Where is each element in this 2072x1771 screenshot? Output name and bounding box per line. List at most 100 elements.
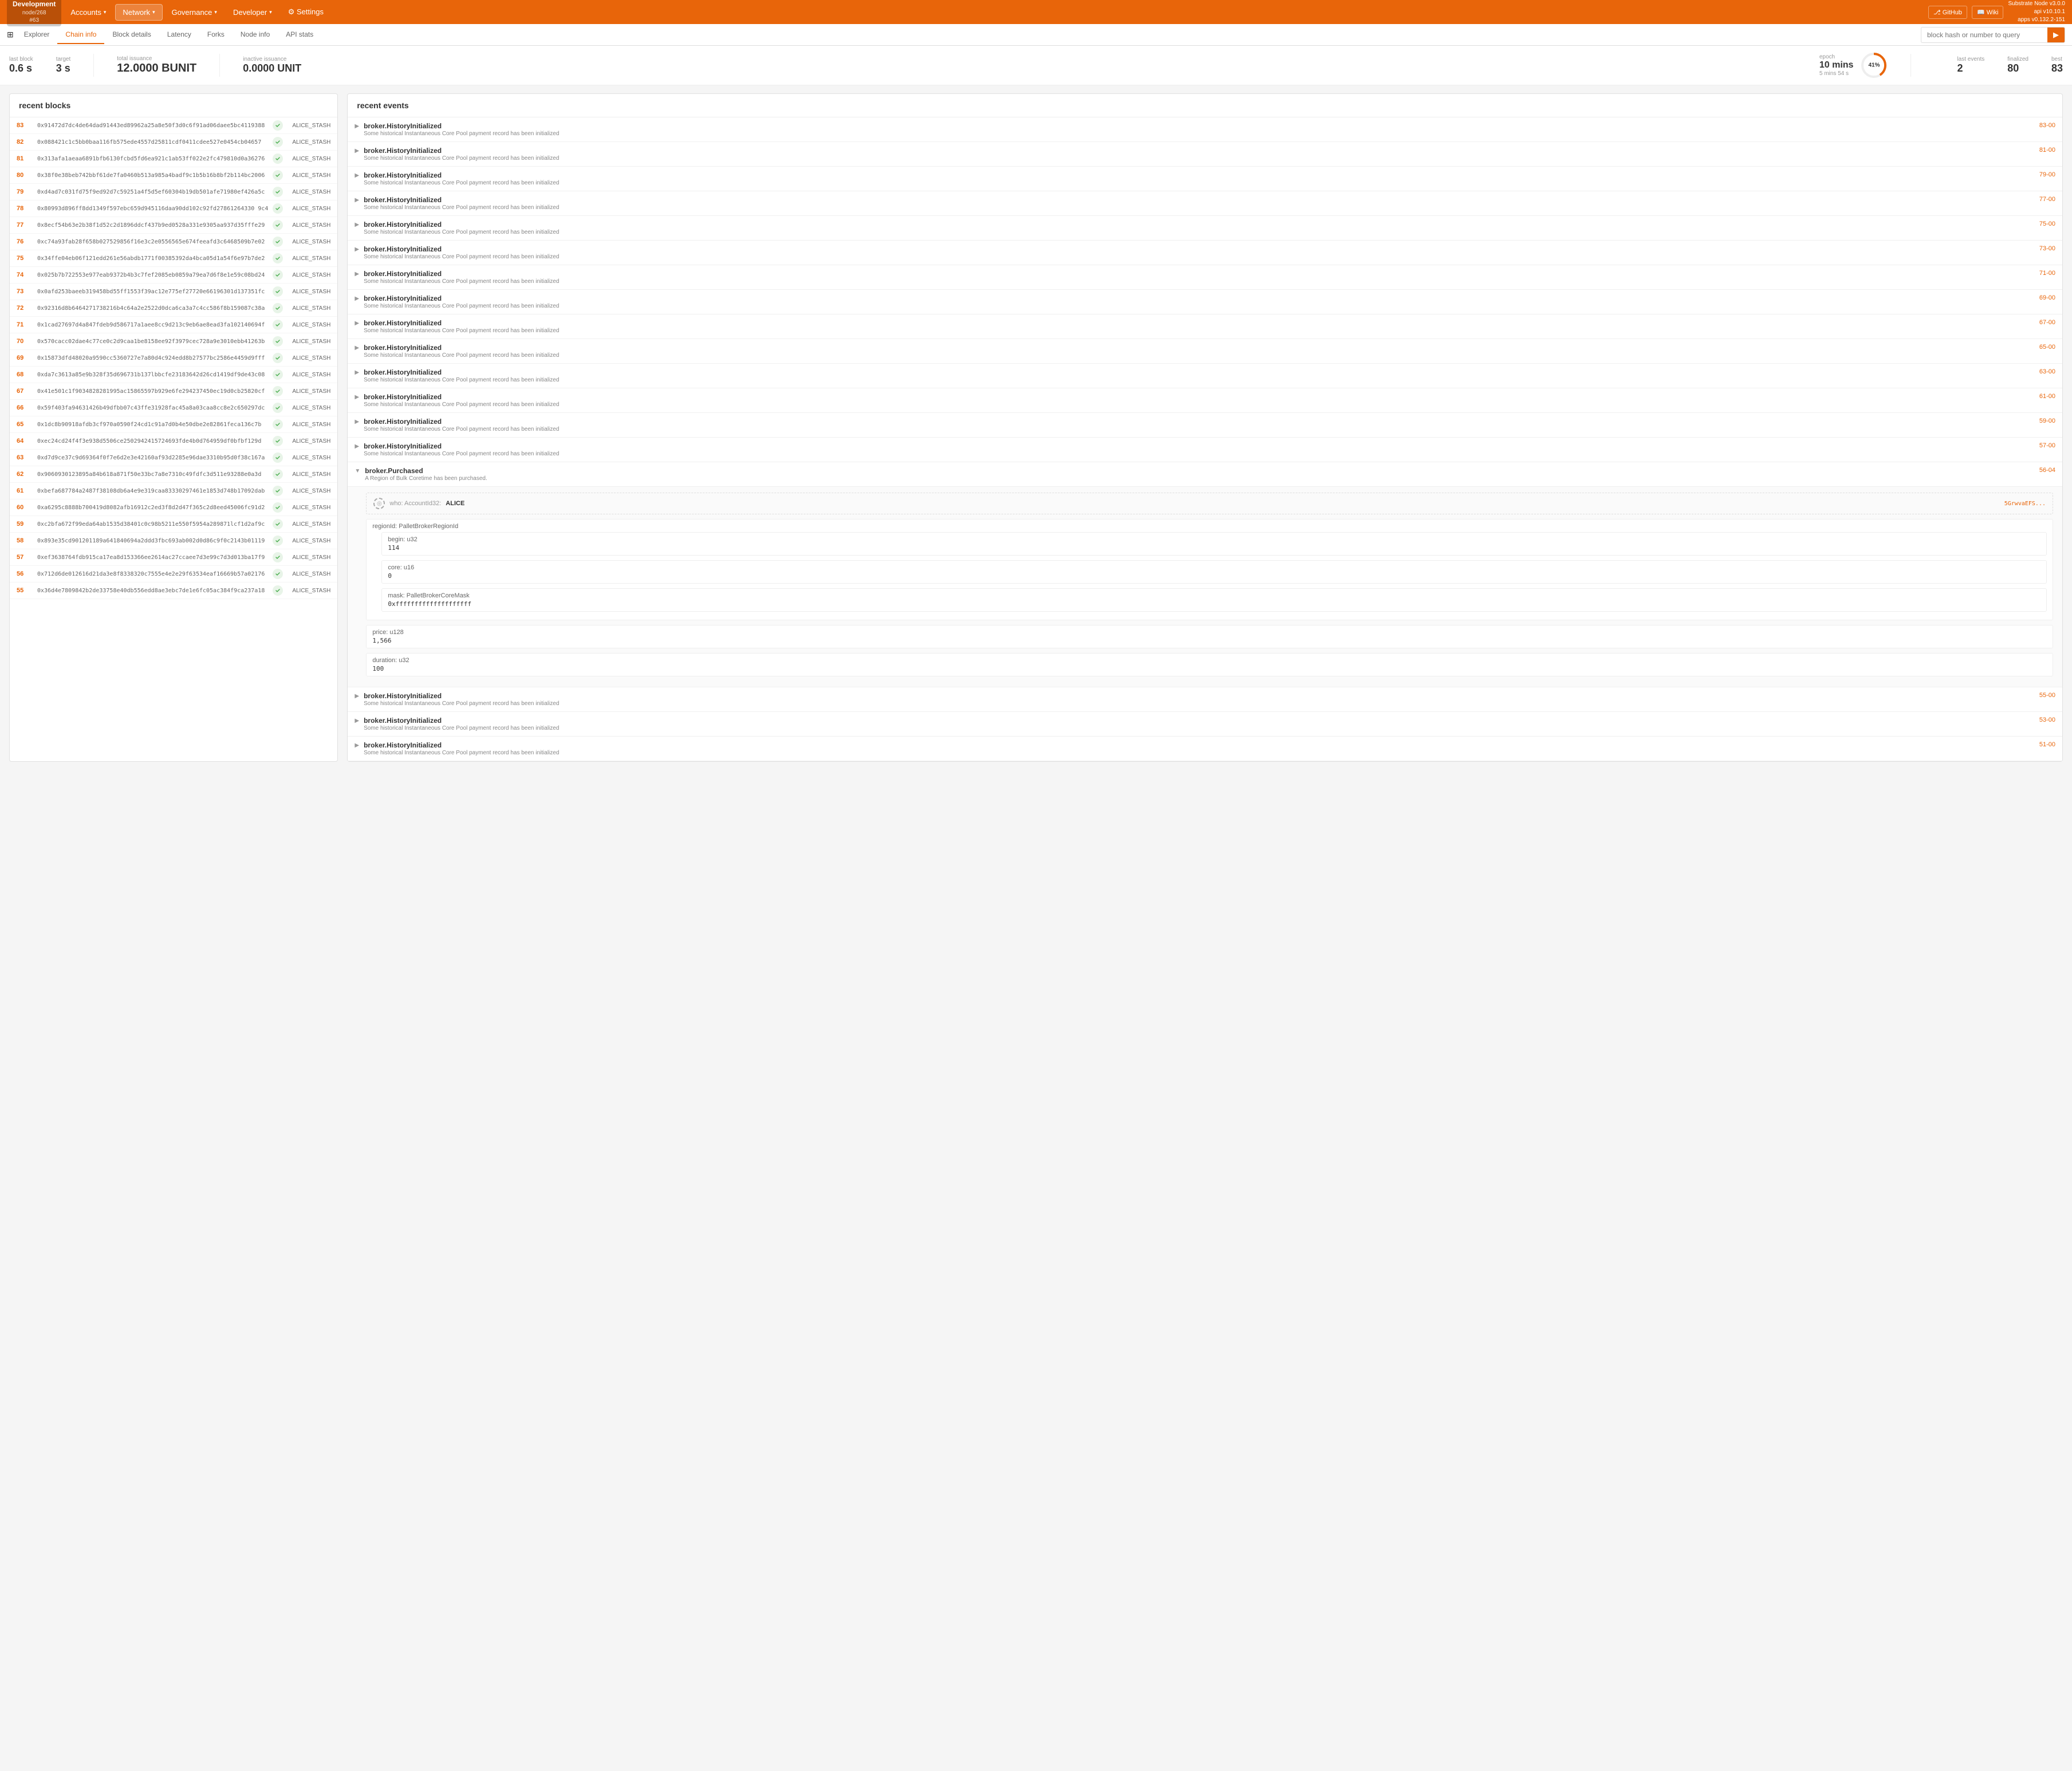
nav-governance[interactable]: Governance ▾ <box>165 5 224 20</box>
table-row[interactable]: 62 0x9060930123895a84b618a871f50e33bc7a8… <box>10 466 337 483</box>
block-number[interactable]: 65 <box>17 421 33 428</box>
block-number[interactable]: 74 <box>17 271 33 278</box>
event-ref[interactable]: 77-00 <box>2039 196 2055 203</box>
event-ref[interactable]: 57-00 <box>2039 442 2055 449</box>
event-ref[interactable]: 53-00 <box>2039 717 2055 723</box>
search-button[interactable]: ▶ <box>2047 27 2065 42</box>
table-row[interactable]: 83 0x91472d7dc4de64dad91443ed89962a25a8e… <box>10 117 337 134</box>
block-number[interactable]: 60 <box>17 504 33 511</box>
event-header[interactable]: ▶ broker.HistoryInitialized Some histori… <box>348 364 2062 388</box>
event-header[interactable]: ▶ broker.HistoryInitialized Some histori… <box>348 339 2062 363</box>
tab-explorer[interactable]: Explorer <box>16 26 58 44</box>
event-ref[interactable]: 75-00 <box>2039 221 2055 227</box>
block-number[interactable]: 61 <box>17 487 33 494</box>
event-header[interactable]: ▶ broker.HistoryInitialized Some histori… <box>348 265 2062 289</box>
block-number[interactable]: 77 <box>17 222 33 229</box>
table-row[interactable]: 71 0x1cad27697d4a847fdeb9d586717a1aee8cc… <box>10 317 337 333</box>
table-row[interactable]: 58 0x893e35cd901201189a641840694a2ddd3fb… <box>10 533 337 549</box>
table-row[interactable]: 80 0x38f0e38beb742bbf61de7fa0460b513a985… <box>10 167 337 184</box>
table-row[interactable]: 57 0xef3638764fdb915ca17ea8d153366ee2614… <box>10 549 337 566</box>
block-number[interactable]: 69 <box>17 355 33 361</box>
event-ref[interactable]: 71-00 <box>2039 270 2055 277</box>
event-header[interactable]: ▶ broker.HistoryInitialized Some histori… <box>348 191 2062 215</box>
table-row[interactable]: 78 0x80993d896ff8dd1349f597ebc659d945116… <box>10 200 337 217</box>
table-row[interactable]: 60 0xa6295c8888b700419d8082afb16912c2ed3… <box>10 499 337 516</box>
block-number[interactable]: 66 <box>17 404 33 411</box>
event-header[interactable]: ▶ broker.HistoryInitialized Some histori… <box>348 438 2062 462</box>
block-number[interactable]: 58 <box>17 537 33 544</box>
table-row[interactable]: 68 0xda7c3613a85e9b328f35d696731b137lbbc… <box>10 367 337 383</box>
tab-forks[interactable]: Forks <box>199 26 233 44</box>
table-row[interactable]: 61 0xbefa687784a2487f38108db6a4e9e319caa… <box>10 483 337 499</box>
tab-block-details[interactable]: Block details <box>104 26 159 44</box>
block-number[interactable]: 82 <box>17 139 33 145</box>
tab-latency[interactable]: Latency <box>159 26 199 44</box>
table-row[interactable]: 73 0x0afd253baeeb319458bd55ff1553f39ac12… <box>10 284 337 300</box>
table-row[interactable]: 81 0x313afa1aeaa6891bfb6130fcbd5fd6ea921… <box>10 151 337 167</box>
table-row[interactable]: 70 0x570cacc02dae4c77ce0c2d9caa1be8158ee… <box>10 333 337 350</box>
tab-api-stats[interactable]: API stats <box>278 26 321 44</box>
event-header[interactable]: ▶ broker.HistoryInitialized Some histori… <box>348 216 2062 240</box>
block-number[interactable]: 68 <box>17 371 33 378</box>
event-header[interactable]: ▶ broker.HistoryInitialized Some histori… <box>348 142 2062 166</box>
block-number[interactable]: 67 <box>17 388 33 395</box>
table-row[interactable]: 55 0x36d4e7809842b2de33758e40db556edd8ae… <box>10 583 337 599</box>
table-row[interactable]: 76 0xc74a93fab28f658b027529856f16e3c2e05… <box>10 234 337 250</box>
block-number[interactable]: 71 <box>17 321 33 328</box>
table-row[interactable]: 74 0x025b7b722553e977eab9372b4b3c7fef208… <box>10 267 337 284</box>
event-header[interactable]: ▶ broker.HistoryInitialized Some histori… <box>348 167 2062 191</box>
table-row[interactable]: 72 0x92316d8b6464271738216b4c64a2e2522d0… <box>10 300 337 317</box>
brand-button[interactable]: Development node/268 #63 <box>7 0 61 26</box>
event-header[interactable]: ▶ broker.HistoryInitialized Some histori… <box>348 388 2062 412</box>
event-header[interactable]: ▶ broker.HistoryInitialized Some histori… <box>348 241 2062 265</box>
table-row[interactable]: 79 0xd4ad7c031fd75f9ed92d7c59251a4f5d5ef… <box>10 184 337 200</box>
block-number[interactable]: 63 <box>17 454 33 461</box>
event-header[interactable]: ▼ broker.Purchased A Region of Bulk Core… <box>348 462 2062 486</box>
tab-chain-info[interactable]: Chain info <box>57 26 104 44</box>
block-number[interactable]: 75 <box>17 255 33 262</box>
wiki-link[interactable]: 📖 Wiki <box>1972 6 2004 19</box>
block-number[interactable]: 79 <box>17 188 33 195</box>
table-row[interactable]: 67 0x41e501c1f9034828281995ac15865597b92… <box>10 383 337 400</box>
event-header[interactable]: ▶ broker.HistoryInitialized Some histori… <box>348 687 2062 711</box>
table-row[interactable]: 65 0x1dc8b90918afdb3cf970a0590f24cd1c91a… <box>10 416 337 433</box>
block-number[interactable]: 57 <box>17 554 33 561</box>
nav-accounts[interactable]: Accounts ▾ <box>64 5 113 20</box>
event-ref[interactable]: 81-00 <box>2039 147 2055 154</box>
table-row[interactable]: 77 0x8ecf54b63e2b38f1d52c2d1896ddcf437b9… <box>10 217 337 234</box>
table-row[interactable]: 64 0xec24cd24f4f3e938d5506ce250294241572… <box>10 433 337 450</box>
github-link[interactable]: ⎇ GitHub <box>1928 6 1967 19</box>
table-row[interactable]: 69 0x15873dfd48020a9590cc5360727e7a80d4c… <box>10 350 337 367</box>
block-number[interactable]: 64 <box>17 438 33 444</box>
block-number[interactable]: 80 <box>17 172 33 179</box>
table-row[interactable]: 66 0x59f403fa94631426b49dfbb07c43ffe3192… <box>10 400 337 416</box>
event-ref[interactable]: 63-00 <box>2039 368 2055 375</box>
event-ref[interactable]: 79-00 <box>2039 171 2055 178</box>
block-number[interactable]: 72 <box>17 305 33 312</box>
event-ref[interactable]: 56-04 <box>2039 467 2055 474</box>
block-number[interactable]: 55 <box>17 587 33 594</box>
table-row[interactable]: 63 0xd7d9ce37c9d69364f0f7e6d2e3e42160af9… <box>10 450 337 466</box>
table-row[interactable]: 59 0xc2bfa672f99eda64ab1535d38401c0c98b5… <box>10 516 337 533</box>
table-row[interactable]: 75 0x34ffe04eb06f121edd261e56abdb1771f00… <box>10 250 337 267</box>
block-number[interactable]: 76 <box>17 238 33 245</box>
event-ref[interactable]: 65-00 <box>2039 344 2055 351</box>
nav-settings[interactable]: ⚙ Settings <box>281 4 330 20</box>
event-ref[interactable]: 51-00 <box>2039 741 2055 748</box>
event-ref[interactable]: 67-00 <box>2039 319 2055 326</box>
table-row[interactable]: 56 0x712d6de012616d21da3e8f8338320c7555e… <box>10 566 337 583</box>
block-number[interactable]: 78 <box>17 205 33 212</box>
event-header[interactable]: ▶ broker.HistoryInitialized Some histori… <box>348 117 2062 141</box>
block-number[interactable]: 62 <box>17 471 33 478</box>
table-row[interactable]: 82 0x088421c1c5bb0baa116fb575ede4557d258… <box>10 134 337 151</box>
event-ref[interactable]: 55-00 <box>2039 692 2055 699</box>
block-number[interactable]: 81 <box>17 155 33 162</box>
nav-developer[interactable]: Developer ▾ <box>226 5 279 20</box>
event-header[interactable]: ▶ broker.HistoryInitialized Some histori… <box>348 737 2062 761</box>
event-ref[interactable]: 83-00 <box>2039 122 2055 129</box>
event-ref[interactable]: 73-00 <box>2039 245 2055 252</box>
tab-node-info[interactable]: Node info <box>233 26 278 44</box>
event-header[interactable]: ▶ broker.HistoryInitialized Some histori… <box>348 290 2062 314</box>
event-header[interactable]: ▶ broker.HistoryInitialized Some histori… <box>348 413 2062 437</box>
block-number[interactable]: 70 <box>17 338 33 345</box>
